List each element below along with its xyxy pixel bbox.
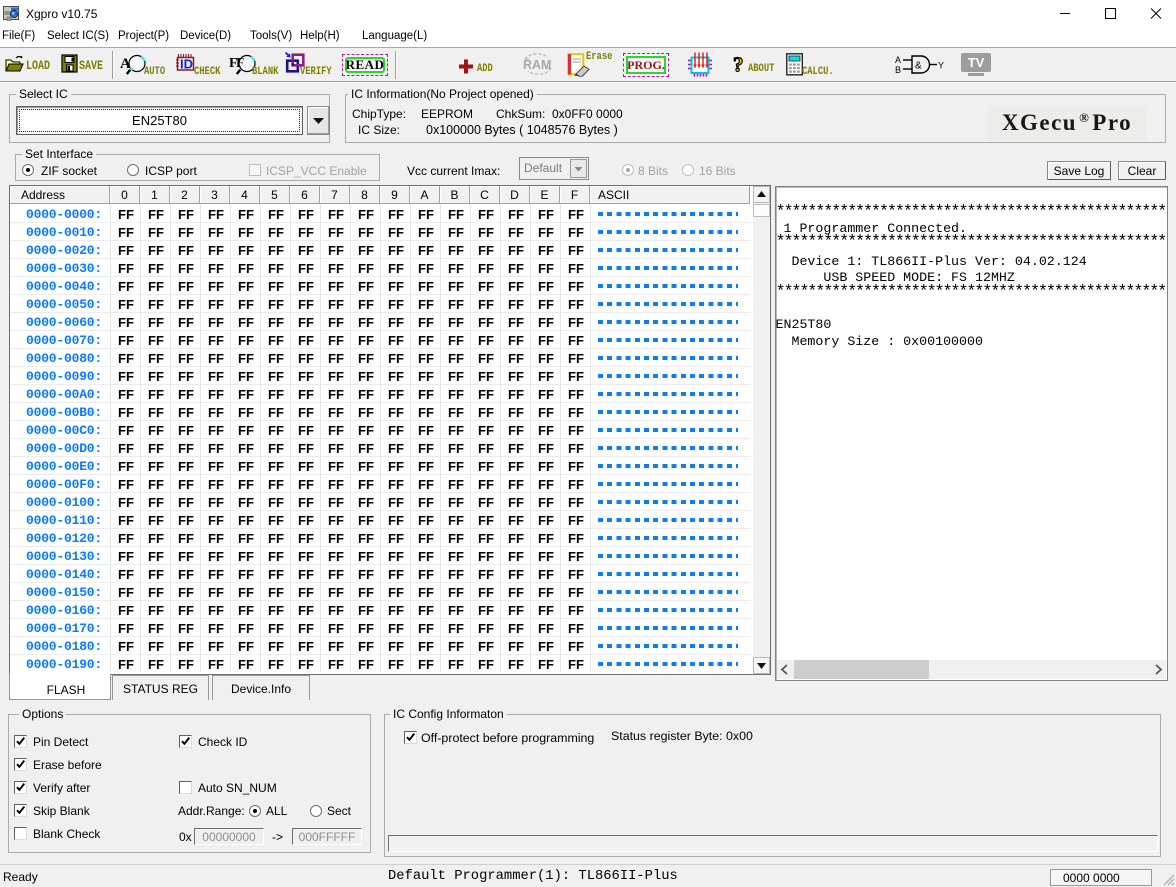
svg-text:Y: Y [938, 61, 944, 71]
svg-text:ID: ID [180, 57, 193, 72]
svg-text:RAM: RAM [523, 58, 551, 72]
svg-text:A: A [895, 55, 901, 65]
svg-text:B: B [895, 65, 901, 75]
svg-text:&: & [915, 61, 922, 72]
svg-text:?: ? [733, 53, 744, 77]
